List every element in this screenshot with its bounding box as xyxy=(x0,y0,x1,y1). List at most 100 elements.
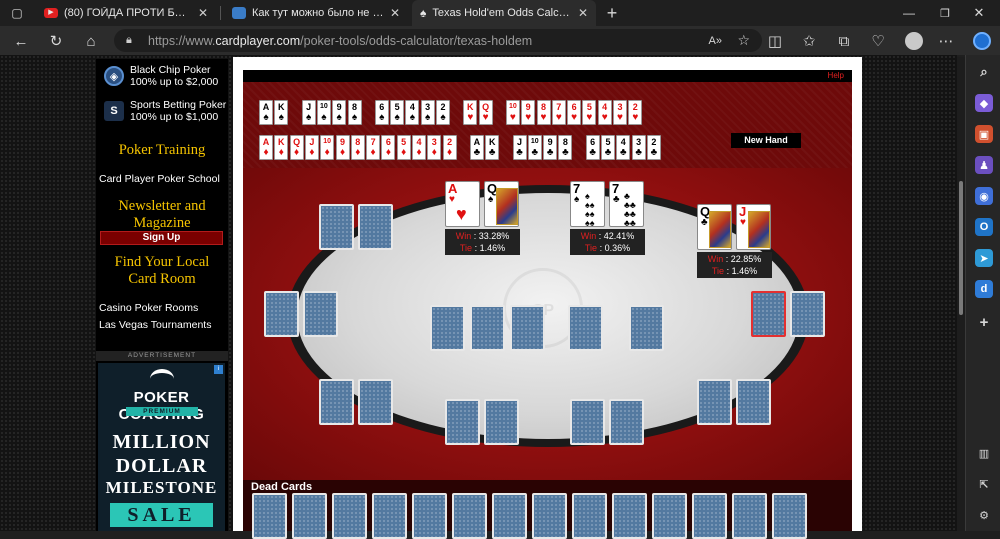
tab-2[interactable]: Как тут можно было не доехать ✕ xyxy=(224,0,408,26)
seat-card[interactable] xyxy=(609,399,644,445)
deck-card[interactable]: 10 ♣ xyxy=(527,135,542,160)
deck-card[interactable]: 4 ♠ xyxy=(405,100,420,125)
microsoft365-icon[interactable]: ◉ xyxy=(975,187,993,205)
sign-up-button[interactable]: Sign Up xyxy=(100,231,223,245)
page-scrollbar[interactable] xyxy=(957,57,965,531)
seat-card[interactable] xyxy=(358,379,393,425)
dead-card-slot[interactable] xyxy=(652,493,687,539)
maximize-icon[interactable]: ❐ xyxy=(934,2,956,24)
newsletter-title[interactable]: Newsletter and Magazine xyxy=(96,198,228,232)
deck-card[interactable]: 7 ♦ xyxy=(366,135,381,160)
window-close-icon[interactable]: ✕ xyxy=(968,2,990,24)
deck-card[interactable]: 9 ♠ xyxy=(332,100,347,125)
settings-gear-icon[interactable]: ⚙ xyxy=(975,506,993,524)
seat-card[interactable] xyxy=(790,291,825,337)
outlook-icon[interactable]: O xyxy=(975,218,993,236)
heart-health-icon[interactable]: ♡ xyxy=(867,30,889,52)
copilot-icon[interactable] xyxy=(971,30,993,52)
deck-card[interactable]: 4 ♦ xyxy=(412,135,426,160)
hand1-card1[interactable]: A ♥ ♥ xyxy=(445,181,480,227)
dead-card-slot[interactable] xyxy=(492,493,527,539)
board-flop-card[interactable] xyxy=(470,305,505,351)
las-vegas-tournaments-link[interactable]: Las Vegas Tournaments xyxy=(99,319,211,331)
deck-card[interactable]: J ♦ xyxy=(304,135,319,160)
dead-card-slot[interactable] xyxy=(252,493,287,539)
dead-card-slot[interactable] xyxy=(452,493,487,539)
dead-card-slot[interactable] xyxy=(772,493,807,539)
promo-black-chip[interactable]: ◈ Black Chip Poker 100% up to $2,000 xyxy=(96,59,228,93)
deck-card[interactable]: Q ♥ xyxy=(478,100,493,125)
shopping-tag-icon[interactable]: ◆ xyxy=(975,94,993,112)
seat-card[interactable] xyxy=(319,379,354,425)
dead-card-slot[interactable] xyxy=(732,493,767,539)
add-icon[interactable]: + xyxy=(975,313,993,331)
help-link[interactable]: Help xyxy=(828,71,844,80)
dead-card-slot[interactable] xyxy=(372,493,407,539)
send-icon[interactable]: ➤ xyxy=(975,249,993,267)
deck-card[interactable]: J ♣ xyxy=(512,135,527,160)
split-screen-icon[interactable]: ◫ xyxy=(764,30,786,52)
refresh-icon[interactable]: ↻ xyxy=(45,30,67,52)
search-icon[interactable]: ⌕ xyxy=(975,63,993,81)
deck-card[interactable]: 7 ♥ xyxy=(551,100,566,125)
deck-card[interactable]: 2 ♣ xyxy=(646,135,661,160)
deck-card[interactable]: A ♦ xyxy=(259,135,273,160)
sidebar-layout-icon[interactable]: ▥ xyxy=(975,444,993,462)
casino-poker-rooms-link[interactable]: Casino Poker Rooms xyxy=(99,302,198,314)
deck-card[interactable]: 8 ♥ xyxy=(536,100,551,125)
scrollbar-thumb[interactable] xyxy=(959,181,963,315)
deck-card[interactable]: 10 ♦ xyxy=(320,135,335,160)
close-icon[interactable]: ✕ xyxy=(390,6,400,20)
deck-card[interactable]: 3 ♦ xyxy=(427,135,442,160)
seat-card[interactable] xyxy=(319,204,354,250)
seat-card[interactable] xyxy=(303,291,338,337)
tab-actions-icon[interactable]: ▢ xyxy=(6,2,28,24)
deck-card[interactable]: 4 ♣ xyxy=(616,135,631,160)
deck-card[interactable]: 9 ♥ xyxy=(521,100,536,125)
minimize-icon[interactable]: — xyxy=(898,2,920,24)
seat-card[interactable] xyxy=(697,379,732,425)
promo-sports-betting[interactable]: S Sports Betting Poker 100% up to $1,000 xyxy=(96,94,228,128)
dead-card-slot[interactable] xyxy=(412,493,447,539)
tools-briefcase-icon[interactable]: ▣ xyxy=(975,125,993,143)
more-menu-icon[interactable]: ⋯ xyxy=(935,30,957,52)
poker-coaching-ad[interactable]: i POKER COACHING PREMIUM MILLION DOLLAR … xyxy=(98,363,225,531)
address-bar[interactable]: 🔒︎ https://www. cardplayer.com/poker-tool… xyxy=(114,29,762,52)
deck-card[interactable]: 5 ♣ xyxy=(601,135,615,160)
dead-card-slot[interactable] xyxy=(692,493,727,539)
hand3-card1[interactable]: Q ♣ xyxy=(697,204,732,250)
deck-card[interactable]: 2 ♠ xyxy=(436,100,450,125)
collections-icon[interactable]: ⧉ xyxy=(833,30,855,52)
new-tab-button[interactable]: + xyxy=(601,2,623,24)
board-river-card[interactable] xyxy=(629,305,664,351)
home-icon[interactable]: ⌂ xyxy=(80,30,102,52)
deck-card[interactable]: 2 ♥ xyxy=(628,100,643,125)
seat-card[interactable] xyxy=(445,399,480,445)
deck-card[interactable]: Q ♦ xyxy=(289,135,304,160)
deck-card[interactable]: 4 ♥ xyxy=(597,100,612,125)
deck-card[interactable]: 8 ♣ xyxy=(558,135,573,160)
drop-icon[interactable]: d xyxy=(975,280,993,298)
deck-card[interactable]: 5 ♥ xyxy=(582,100,597,125)
hand3-card2[interactable]: J ♥ xyxy=(736,204,771,250)
deck-card[interactable]: 2 ♦ xyxy=(442,135,457,160)
favorites-icon[interactable]: ✩ xyxy=(798,30,820,52)
games-icon[interactable]: ♟ xyxy=(975,156,993,174)
board-turn-card[interactable] xyxy=(568,305,603,351)
deck-card[interactable]: 9 ♣ xyxy=(543,135,558,160)
deck-card[interactable]: 6 ♠ xyxy=(374,100,389,125)
back-icon[interactable]: ← xyxy=(10,30,32,52)
read-aloud-icon[interactable]: A» xyxy=(709,35,722,47)
deck-card[interactable]: 3 ♠ xyxy=(420,100,435,125)
seat-card[interactable] xyxy=(570,399,605,445)
board-flop-card[interactable] xyxy=(510,305,545,351)
seat-card[interactable] xyxy=(736,379,771,425)
dead-card-slot[interactable] xyxy=(332,493,367,539)
dead-card-slot[interactable] xyxy=(612,493,647,539)
deck-card[interactable]: 6 ♣ xyxy=(585,135,600,160)
deck-card[interactable]: A ♣ xyxy=(469,135,484,160)
new-hand-button[interactable]: New Hand xyxy=(731,133,801,148)
deck-card[interactable]: 6 ♦ xyxy=(381,135,396,160)
deck-card[interactable]: 5 ♠ xyxy=(390,100,405,125)
deck-card[interactable]: 3 ♥ xyxy=(613,100,627,125)
